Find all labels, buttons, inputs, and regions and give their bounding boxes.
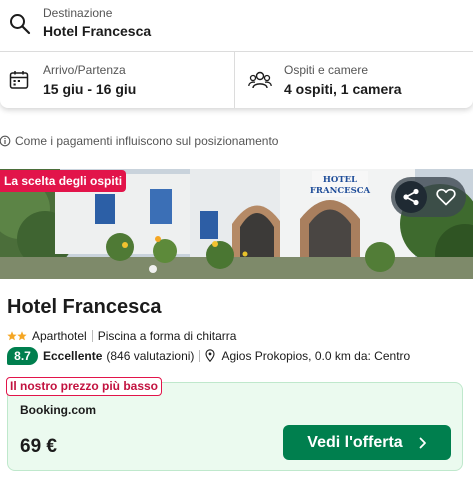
hotel-meta: Aparthotel Piscina a forma di chitarra bbox=[7, 328, 236, 344]
heart-icon bbox=[436, 188, 456, 206]
search-icon bbox=[10, 14, 31, 35]
view-offer-button[interactable]: Vedi l'offerta bbox=[283, 425, 451, 460]
dates-value: 15 giu - 16 giu bbox=[43, 81, 137, 97]
guests-value: 4 ospiti, 1 camera bbox=[284, 81, 402, 97]
deal-price: 69 € bbox=[20, 436, 57, 457]
calendar-icon bbox=[9, 71, 29, 89]
svg-text:FRANCESCA: FRANCESCA bbox=[310, 186, 371, 196]
dates-field[interactable]: Arrivo/Partenza 15 giu - 16 giu bbox=[0, 52, 235, 108]
guests-label: Ospiti e camere bbox=[284, 63, 369, 77]
guests-field[interactable]: Ospiti e camere 4 ospiti, 1 camera bbox=[236, 52, 473, 108]
best-price-badge: Il nostro prezzo più basso bbox=[6, 377, 163, 396]
guest-choice-badge: La scelta degli ospiti bbox=[0, 170, 127, 192]
favorite-button[interactable] bbox=[430, 181, 462, 213]
hotel-location: Agios Prokopios, 0.0 km da: Centro bbox=[221, 348, 411, 363]
destination-label: Destinazione bbox=[43, 6, 113, 20]
hotel-name[interactable]: Hotel Francesca bbox=[7, 296, 162, 319]
rating-badge: 8.7 bbox=[7, 346, 38, 365]
hotel-type: Aparthotel bbox=[32, 329, 87, 343]
info-icon bbox=[0, 135, 11, 147]
destination-field[interactable]: Destinazione Hotel Francesca bbox=[0, 0, 473, 52]
location-pin-icon bbox=[205, 349, 215, 362]
svg-text:HOTEL: HOTEL bbox=[323, 175, 357, 185]
chevron-right-icon bbox=[419, 437, 426, 448]
star-rating bbox=[7, 331, 27, 341]
search-card: Destinazione Hotel Francesca Arrivo/Part… bbox=[0, 0, 473, 108]
star-icon bbox=[7, 331, 17, 341]
review-count: (846 valutazioni) bbox=[106, 348, 195, 363]
divider bbox=[199, 349, 201, 362]
rating-word: Eccellente bbox=[43, 348, 103, 363]
deal-provider: Booking.com bbox=[20, 403, 97, 417]
star-icon bbox=[17, 331, 27, 341]
destination-value: Hotel Francesca bbox=[43, 23, 152, 39]
hotel-feature: Piscina a forma di chitarra bbox=[97, 329, 237, 343]
payment-ranking-note[interactable]: Come i pagamenti influiscono sul posizio… bbox=[0, 133, 278, 149]
view-offer-label: Vedi l'offerta bbox=[307, 433, 403, 451]
rating-row: 8.7 Eccellente (846 valutazioni) Agios P… bbox=[7, 346, 410, 365]
payment-note-text: Come i pagamenti influiscono sul posizio… bbox=[15, 134, 279, 148]
share-button[interactable] bbox=[395, 181, 427, 213]
share-icon bbox=[403, 188, 419, 206]
dates-label: Arrivo/Partenza bbox=[43, 63, 126, 77]
divider bbox=[91, 330, 93, 342]
guests-icon bbox=[248, 71, 272, 89]
